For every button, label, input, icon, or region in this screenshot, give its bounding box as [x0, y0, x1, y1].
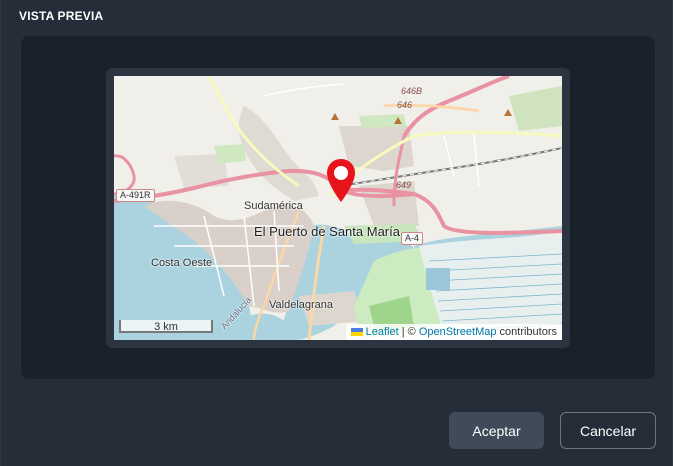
attribution-separator: | ©: [398, 326, 419, 338]
leaflet-link[interactable]: Leaflet: [366, 326, 399, 338]
map-attribution: Leaflet | © OpenStreetMap contributors: [345, 324, 562, 340]
preview-dialog: VISTA PREVIA Sudamérica El Puerto de San…: [0, 0, 673, 466]
road-label-a491r: A-491R: [116, 189, 155, 202]
place-label-sudamerica: Sudamérica: [244, 200, 303, 212]
map-scale-bar: 3 km: [119, 320, 213, 333]
accept-button[interactable]: Aceptar: [449, 412, 544, 449]
map-tiles: [114, 76, 562, 340]
road-label-646: 646: [397, 100, 413, 110]
place-label-city: El Puerto de Santa María: [254, 224, 400, 239]
road-label-649: 649: [396, 180, 412, 190]
road-label-a4: A-4: [401, 232, 424, 245]
attribution-suffix: contributors: [496, 326, 557, 338]
city-name: El Puerto de Santa María: [254, 224, 400, 239]
map-view[interactable]: Sudamérica El Puerto de Santa María Cost…: [114, 76, 562, 340]
location-marker-icon[interactable]: [326, 158, 356, 204]
openstreetmap-link[interactable]: OpenStreetMap: [419, 326, 497, 338]
place-label-costa-oeste: Costa Oeste: [151, 257, 213, 269]
place-label-valdelagrana: Valdelagrana: [269, 299, 334, 311]
cancel-button[interactable]: Cancelar: [560, 412, 656, 449]
dialog-title: VISTA PREVIA: [19, 9, 104, 23]
road-label-646b: 646B: [401, 86, 423, 96]
ukraine-flag-icon: [350, 328, 363, 336]
